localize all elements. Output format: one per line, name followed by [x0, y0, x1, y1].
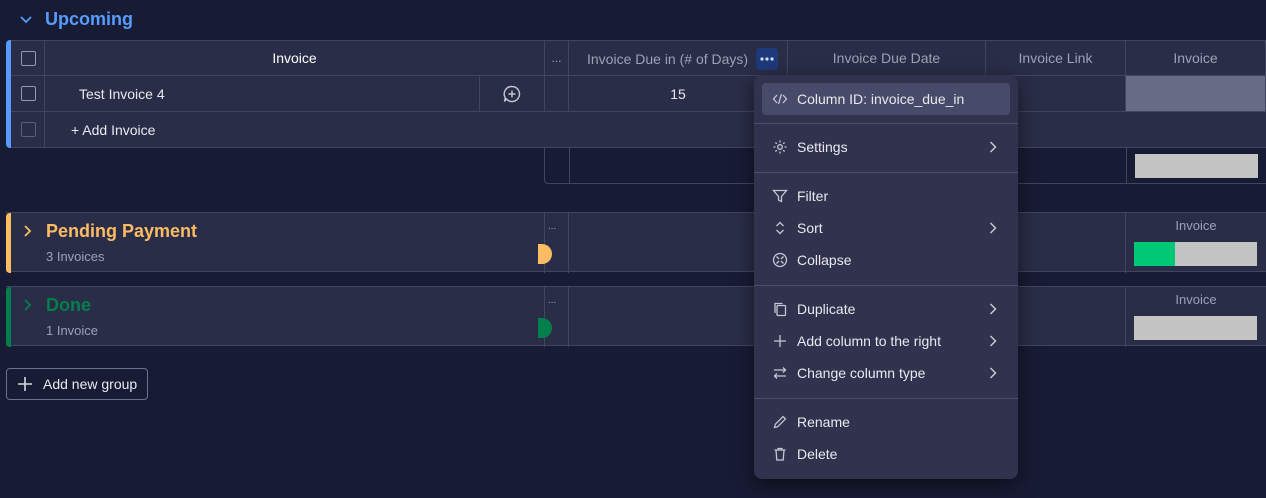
header-invoice-column[interactable]: Invoice [1126, 40, 1266, 76]
header-link-label: Invoice Link [1018, 50, 1093, 66]
menu-item-column-id[interactable]: Column ID: invoice_due_in [762, 83, 1010, 115]
column-menu-button[interactable] [756, 48, 778, 70]
plus-icon [772, 333, 788, 349]
group-count-pending: 3 Invoices [46, 249, 105, 264]
header-due-date-column[interactable]: Invoice Due Date [788, 40, 986, 76]
group-title-upcoming[interactable]: Upcoming [45, 9, 133, 30]
menu-delete-label: Delete [797, 446, 838, 462]
header-due-date-label: Invoice Due Date [832, 50, 941, 66]
group-collapse-chevron-icon[interactable] [19, 12, 33, 26]
add-item-checkbox [21, 122, 36, 137]
menu-collapse-label: Collapse [797, 252, 852, 268]
header-item-column[interactable]: Invoice [45, 40, 545, 76]
add-item-label[interactable]: + Add Invoice [71, 122, 155, 138]
header-dots-label: ... [551, 51, 562, 65]
status-dot [538, 244, 552, 264]
menu-rename-label: Rename [797, 414, 850, 430]
expand-chevron-icon[interactable] [22, 224, 34, 238]
summary-label-pending: Invoice [1175, 218, 1217, 233]
more-dots-icon [760, 57, 774, 61]
summary-bar-pending-fill [1134, 242, 1175, 266]
group-count-done: 1 Invoice [46, 323, 99, 338]
chevron-right-icon [988, 301, 998, 317]
expand-chevron-icon[interactable] [22, 298, 34, 312]
sort-icon [772, 220, 788, 236]
row-due-in-value: 15 [670, 85, 686, 102]
row-item-name[interactable]: Test Invoice 4 [79, 86, 165, 102]
menu-item-add-column-right[interactable]: Add column to the right [762, 325, 1010, 357]
summary-label-done: Invoice [1175, 292, 1217, 307]
pencil-icon [772, 414, 788, 430]
summary-bar-pending[interactable] [1134, 242, 1257, 266]
row-updates-cell[interactable] [480, 76, 545, 112]
menu-sort-label: Sort [797, 220, 823, 236]
filter-icon [772, 188, 788, 204]
menu-item-sort[interactable]: Sort [762, 212, 1010, 244]
menu-filter-label: Filter [797, 188, 829, 204]
collapse-icon [772, 252, 788, 268]
menu-item-change-column-type[interactable]: Change column type [762, 357, 1010, 389]
row-dots-cell [545, 76, 569, 112]
menu-duplicate-label: Duplicate [797, 301, 856, 317]
header-invoice-label: Invoice [1173, 50, 1218, 66]
add-new-group-button[interactable]: Add new group [6, 368, 148, 400]
select-all-checkbox[interactable] [21, 51, 36, 66]
menu-item-delete[interactable]: Delete [762, 438, 1010, 470]
add-item-checkbox-cell [11, 112, 45, 148]
menu-add-column-label: Add column to the right [797, 333, 941, 349]
column-context-menu: Column ID: invoice_due_in Settings Filte… [754, 75, 1018, 479]
header-due-in-column[interactable]: Invoice Due in (# of Days) [569, 40, 788, 76]
group-color-bar [6, 213, 11, 273]
menu-settings-label: Settings [797, 139, 848, 155]
add-new-group-label: Add new group [43, 376, 138, 392]
header-item-label: Invoice [272, 50, 317, 66]
row-checkbox[interactable] [21, 86, 36, 101]
chevron-right-icon [988, 333, 998, 349]
header-checkbox-cell [11, 40, 45, 76]
plus-icon [18, 377, 32, 391]
row-item-cell[interactable]: Test Invoice 4 [45, 76, 480, 112]
menu-item-duplicate[interactable]: Duplicate [762, 293, 1010, 325]
code-icon [772, 91, 788, 107]
group-title-pending[interactable]: Pending Payment [46, 221, 197, 242]
status-dot [538, 318, 552, 338]
menu-column-id-label: Column ID: invoice_due_in [797, 91, 965, 107]
header-link-column[interactable]: Invoice Link [986, 40, 1126, 76]
upcoming-table: Invoice ... Invoice Due in (# of Days) I… [6, 40, 1266, 148]
menu-item-filter[interactable]: Filter [762, 180, 1010, 212]
group-title-done[interactable]: Done [46, 295, 91, 316]
menu-item-settings[interactable]: Settings [762, 131, 1010, 163]
swap-icon [772, 365, 788, 381]
header-dots-label: ... [548, 295, 557, 306]
chevron-right-icon [988, 365, 998, 381]
row-invoice-cell[interactable] [1126, 76, 1266, 112]
gear-icon [772, 139, 788, 155]
summary-bar-upcoming[interactable] [1135, 154, 1258, 178]
add-item-row[interactable]: + Add Invoice [45, 112, 1266, 148]
add-update-icon[interactable] [502, 84, 522, 104]
menu-item-collapse[interactable]: Collapse [762, 244, 1010, 276]
chevron-right-icon [988, 220, 998, 236]
menu-change-type-label: Change column type [797, 365, 926, 381]
menu-item-rename[interactable]: Rename [762, 406, 1010, 438]
row-checkbox-cell [11, 76, 45, 112]
trash-icon [772, 446, 788, 462]
header-dots-label: ... [548, 221, 557, 232]
summary-bar-done[interactable] [1134, 316, 1257, 340]
header-due-in-label: Invoice Due in (# of Days) [587, 51, 749, 67]
group-done: Done 1 Invoice ... Invoice [6, 286, 1266, 347]
group-color-bar [6, 287, 11, 347]
duplicate-icon [772, 301, 788, 317]
group-pending-payment: Pending Payment 3 Invoices ... Invoice [6, 212, 1266, 273]
header-dots-column[interactable]: ... [545, 40, 569, 76]
chevron-right-icon [988, 139, 998, 155]
